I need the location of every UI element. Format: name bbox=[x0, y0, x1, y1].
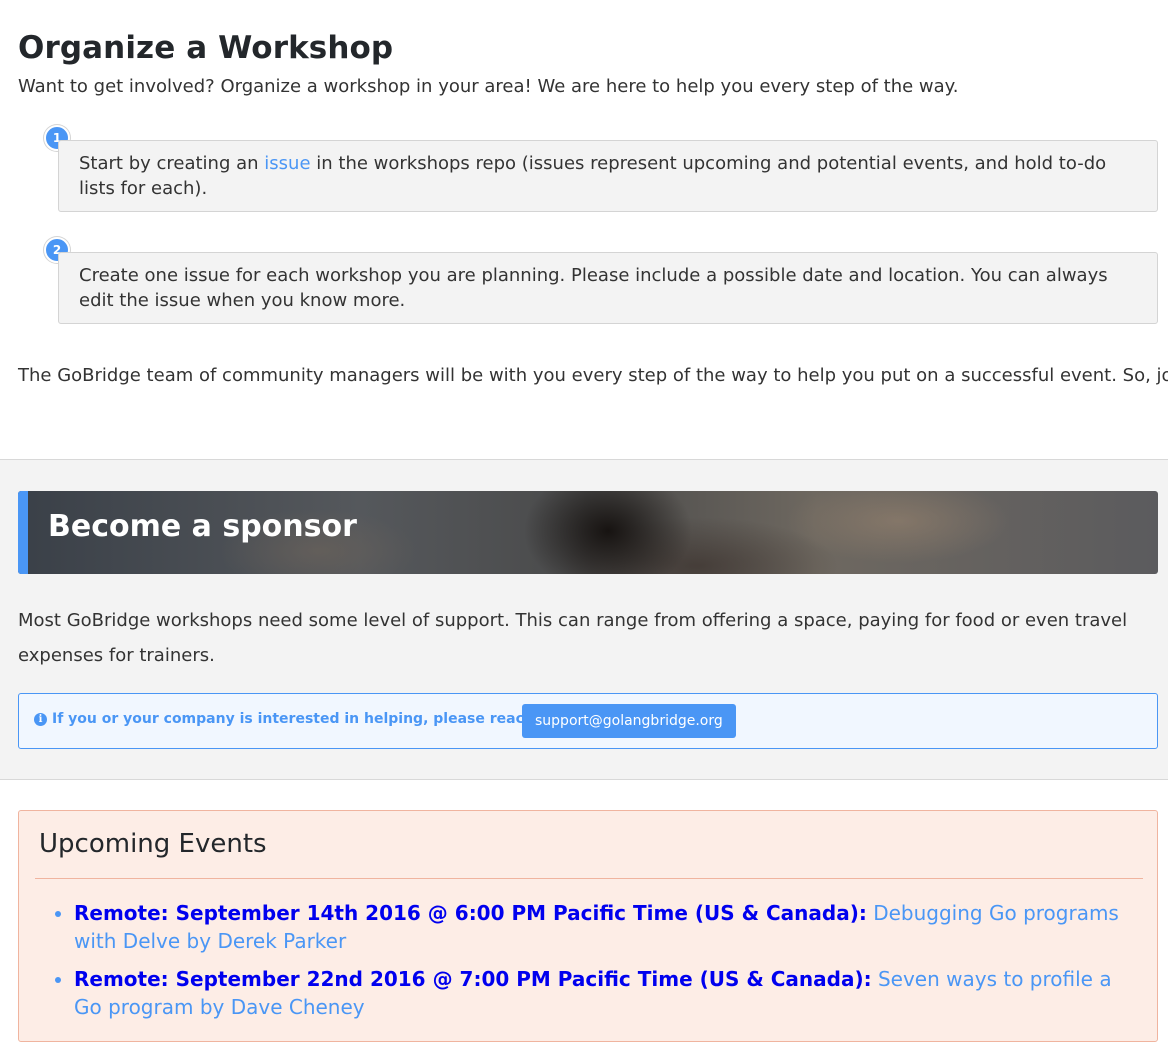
step-text: Start by creating an bbox=[79, 153, 265, 174]
support-email-button[interactable]: support@golangbridge.org bbox=[522, 704, 736, 738]
event-date-link[interactable]: Remote: September 14th 2016 @ 6:00 PM Pa… bbox=[74, 901, 867, 925]
banner-accent-bar bbox=[18, 491, 28, 574]
events-divider bbox=[35, 878, 1143, 879]
list-item: Remote: September 14th 2016 @ 6:00 PM Pa… bbox=[55, 899, 1134, 955]
sponsor-banner: Become a sponsor bbox=[18, 491, 1158, 574]
step-card: Start by creating an issue in the worksh… bbox=[58, 140, 1158, 212]
sponsor-description: Most GoBridge workshops need some level … bbox=[18, 610, 1128, 666]
callout-text: If you or your company is interested in … bbox=[52, 711, 587, 727]
upcoming-events-panel: Upcoming Events Remote: September 14th 2… bbox=[18, 810, 1158, 1042]
sponsor-title: Become a sponsor bbox=[48, 509, 357, 544]
events-title: Upcoming Events bbox=[39, 829, 267, 859]
info-icon: i bbox=[34, 713, 47, 726]
event-date-link[interactable]: Remote: September 22nd 2016 @ 7:00 PM Pa… bbox=[74, 967, 872, 991]
sponsor-section: Become a sponsor Most GoBridge workshops… bbox=[0, 459, 1168, 780]
step-card: Create one issue for each workshop you a… bbox=[58, 252, 1158, 324]
organize-intro: Want to get involved? Organize a worksho… bbox=[18, 76, 959, 97]
organize-section: Organize a Workshop Want to get involved… bbox=[0, 0, 1168, 460]
organize-outro: The GoBridge team of community managers … bbox=[18, 365, 1168, 386]
sponsor-callout: i If you or your company is interested i… bbox=[18, 693, 1158, 749]
events-list: Remote: September 14th 2016 @ 6:00 PM Pa… bbox=[55, 899, 1134, 1031]
organize-title: Organize a Workshop bbox=[18, 30, 394, 66]
issue-link[interactable]: issue bbox=[264, 153, 310, 174]
list-item: Remote: September 22nd 2016 @ 7:00 PM Pa… bbox=[55, 965, 1134, 1021]
step-text: Create one issue for each workshop you a… bbox=[79, 265, 1108, 311]
